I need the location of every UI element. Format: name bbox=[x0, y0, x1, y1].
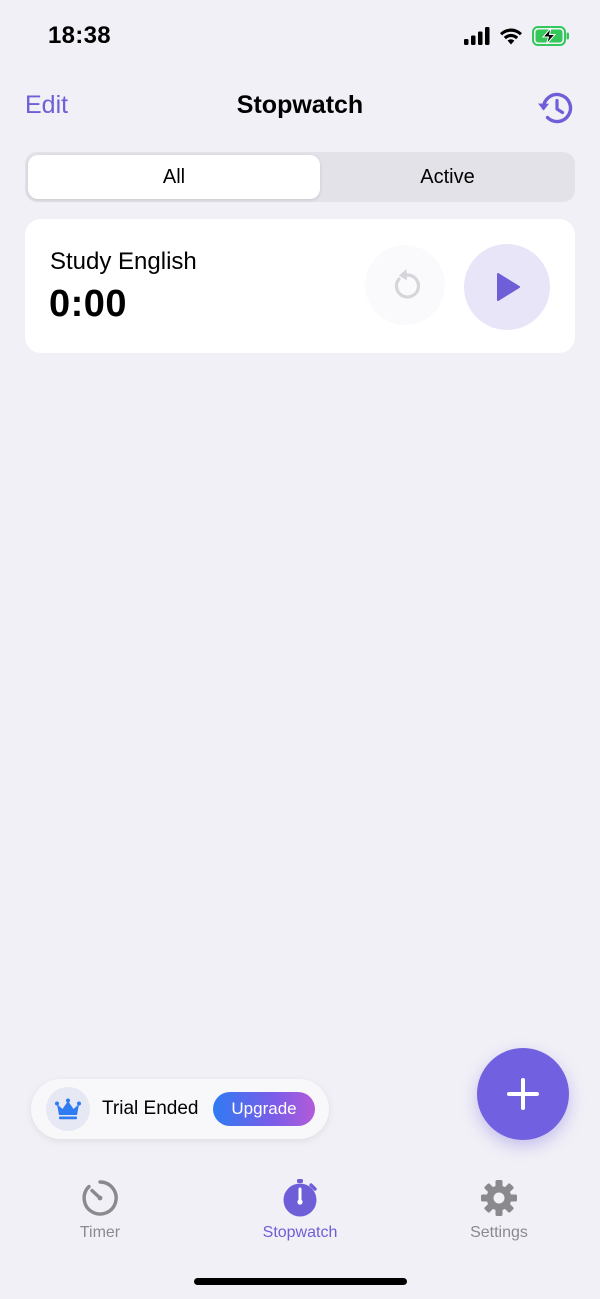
stopwatch-name: Study English bbox=[50, 248, 197, 275]
stopwatch-icon bbox=[283, 1179, 317, 1217]
tab-stopwatch-label: Stopwatch bbox=[262, 1224, 338, 1241]
home-indicator[interactable] bbox=[194, 1278, 407, 1285]
crown-icon bbox=[55, 1098, 81, 1120]
gear-icon bbox=[481, 1180, 517, 1216]
wifi-icon bbox=[500, 28, 522, 45]
stopwatch-elapsed: 0:00 bbox=[49, 283, 128, 325]
segment-active[interactable]: Active bbox=[323, 155, 572, 199]
tab-stopwatch[interactable]: Stopwatch bbox=[230, 1178, 370, 1242]
reset-icon bbox=[394, 269, 421, 299]
tab-settings-label: Settings bbox=[470, 1224, 528, 1241]
segment-all[interactable]: All bbox=[28, 155, 320, 199]
plus-icon bbox=[507, 1078, 539, 1110]
page-title: Stopwatch bbox=[236, 91, 364, 119]
upgrade-button[interactable]: Upgrade bbox=[213, 1092, 315, 1126]
stopwatch-card[interactable]: Study English 0:00 bbox=[25, 219, 575, 353]
crown-badge bbox=[46, 1087, 90, 1131]
play-icon bbox=[497, 273, 520, 301]
reset-button[interactable] bbox=[365, 245, 445, 325]
play-button[interactable] bbox=[464, 244, 550, 330]
tab-timer-label: Timer bbox=[79, 1224, 121, 1241]
timer-icon bbox=[82, 1180, 118, 1216]
status-icons bbox=[464, 26, 570, 46]
signal-icon bbox=[464, 27, 490, 45]
battery-charging-icon bbox=[532, 26, 569, 46]
trial-status-text: Trial Ended bbox=[102, 1098, 199, 1119]
add-stopwatch-button[interactable] bbox=[477, 1048, 569, 1140]
tab-timer[interactable]: Timer bbox=[30, 1178, 170, 1242]
trial-banner: Trial Ended Upgrade bbox=[31, 1079, 329, 1139]
status-time: 18:38 bbox=[48, 22, 111, 49]
history-button[interactable] bbox=[535, 88, 575, 128]
history-icon bbox=[538, 92, 573, 124]
segmented-control: All Active bbox=[25, 152, 575, 202]
tab-settings[interactable]: Settings bbox=[429, 1178, 569, 1242]
